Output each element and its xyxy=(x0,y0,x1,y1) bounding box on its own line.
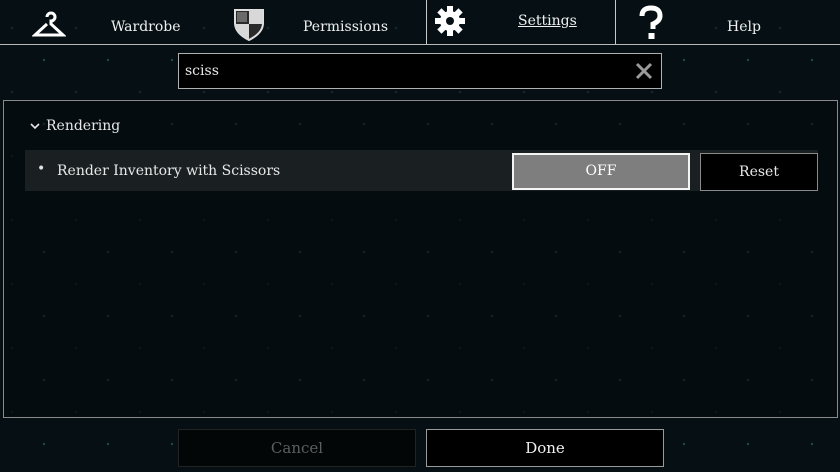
search-box[interactable] xyxy=(178,53,662,89)
section-header-rendering[interactable]: Rendering xyxy=(30,118,120,134)
tab-settings[interactable]: Settings xyxy=(426,0,616,44)
tab-help-label: Help xyxy=(727,19,761,35)
tab-help[interactable]: Help xyxy=(614,0,840,44)
setting-label: Render Inventory with Scissors xyxy=(57,163,281,179)
tab-permissions-label: Permissions xyxy=(303,19,388,35)
hanger-icon xyxy=(31,7,67,41)
bullet: • xyxy=(37,161,46,177)
gear-icon xyxy=(433,4,467,38)
search-input[interactable] xyxy=(185,54,625,88)
chevron-down-icon xyxy=(30,122,42,133)
tab-bar: Wardrobe Permissions Settings Help xyxy=(0,0,840,45)
shield-icon xyxy=(232,7,266,42)
done-button[interactable]: Done xyxy=(426,429,664,467)
question-mark-icon xyxy=(634,5,668,39)
close-icon[interactable] xyxy=(635,62,653,80)
cancel-button[interactable]: Cancel xyxy=(178,429,416,467)
tab-wardrobe-label: Wardrobe xyxy=(111,19,181,35)
setting-toggle-button[interactable]: OFF xyxy=(512,153,690,190)
tab-settings-label: Settings xyxy=(518,13,577,29)
section-title: Rendering xyxy=(46,118,121,134)
tab-wardrobe[interactable]: Wardrobe xyxy=(0,0,212,44)
tab-permissions[interactable]: Permissions xyxy=(212,0,426,44)
settings-panel xyxy=(3,100,838,418)
reset-button[interactable]: Reset xyxy=(700,153,818,191)
